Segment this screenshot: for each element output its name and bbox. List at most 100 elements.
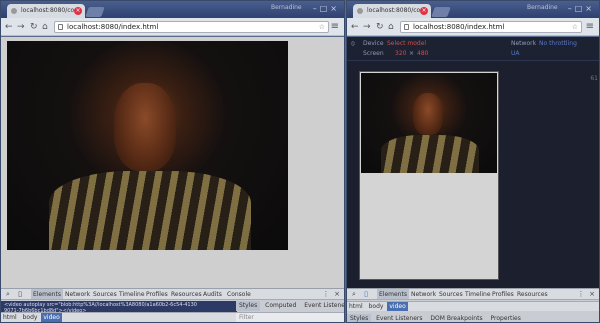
tab-profiles[interactable]: Profiles <box>492 289 514 299</box>
tab-close-icon[interactable]: × <box>420 7 428 15</box>
tab-title: localhost:8080/con <box>21 7 79 14</box>
devtools-tabbar: ⌕ ▯ Elements Network Sources Timeline Pr… <box>347 289 599 300</box>
tab-styles[interactable]: Styles <box>347 314 372 322</box>
tab-audits[interactable]: Audits <box>203 289 222 299</box>
dimension-separator: × <box>409 50 415 57</box>
device-mode-icon[interactable]: ▯ <box>362 290 370 298</box>
emulation-toolbar: ⦸ Device Select model Screen 320 × 480 N… <box>347 37 599 61</box>
back-icon[interactable]: ← <box>5 21 13 33</box>
screen-height-input[interactable]: 480 <box>417 50 428 57</box>
tab-dom-breakpoints[interactable]: DOM Breakpoints <box>427 314 485 322</box>
home-icon[interactable]: ⌂ <box>42 21 48 33</box>
right-browser-window: localhost:8080/con × Bernadine –□× ← → ↻… <box>346 0 600 323</box>
address-bar[interactable]: localhost:8080/index.html ☆ <box>54 21 329 33</box>
tab-console[interactable]: Console <box>227 289 251 299</box>
url-text: localhost:8080/index.html <box>67 23 159 31</box>
tab-event-listeners[interactable]: Event Listeners <box>301 301 344 311</box>
breadcrumb: html body video <box>347 301 599 311</box>
screen-label: Screen <box>363 50 384 57</box>
video-shirt <box>381 135 480 173</box>
breadcrumb: html body video <box>1 312 237 322</box>
home-icon[interactable]: ⌂ <box>388 21 394 33</box>
reload-icon[interactable]: ↻ <box>30 21 38 33</box>
video-shirt <box>49 170 252 250</box>
title-bar: localhost:8080/con × Bernadine –□× <box>347 1 599 18</box>
page-icon <box>404 24 409 30</box>
favicon-icon <box>11 8 17 14</box>
new-tab-button[interactable] <box>85 7 105 17</box>
sidebar-tabbar: Styles Event Listeners DOM Breakpoints P… <box>347 314 524 322</box>
tab-event-listeners[interactable]: Event Listeners <box>373 314 425 322</box>
menu-icon[interactable]: ≡ <box>331 21 339 33</box>
tab-network[interactable]: Network <box>411 289 436 299</box>
crumb-video[interactable]: video <box>41 313 62 322</box>
tab-computed[interactable]: Computed <box>262 301 299 311</box>
tab-resources[interactable]: Resources <box>517 289 548 299</box>
profile-name[interactable]: Bernadine <box>527 4 558 11</box>
crumb-html[interactable]: html <box>347 302 365 311</box>
tab-network[interactable]: Network <box>65 289 90 299</box>
window-controls[interactable]: –□× <box>568 4 595 13</box>
filter-input[interactable]: Filter <box>236 312 344 322</box>
more-icon[interactable]: ⋮ <box>577 290 585 298</box>
screen-width-input[interactable]: 320 <box>395 50 406 57</box>
device-select[interactable]: Select model <box>387 40 426 47</box>
window-controls[interactable]: –□× <box>313 4 340 13</box>
favicon-icon <box>357 8 363 14</box>
close-devtools-icon[interactable]: × <box>333 290 341 298</box>
crumb-html[interactable]: html <box>1 313 19 322</box>
device-mode-icon[interactable]: ▯ <box>16 290 24 298</box>
address-bar[interactable]: localhost:8080/index.html ☆ <box>400 21 582 33</box>
menu-icon[interactable]: ≡ <box>586 21 594 33</box>
tab-properties[interactable]: Properties <box>488 314 524 322</box>
reload-icon[interactable]: ↻ <box>376 21 384 33</box>
page-content <box>1 37 344 288</box>
close-devtools-icon[interactable]: × <box>588 290 596 298</box>
tab-title: localhost:8080/con <box>367 7 425 14</box>
crumb-video[interactable]: video <box>387 302 408 311</box>
tab-resources[interactable]: Resources <box>171 289 202 299</box>
back-icon[interactable]: ← <box>351 21 359 33</box>
nav-bar: ← → ↻ ⌂ localhost:8080/index.html ☆ ≡ <box>347 18 599 36</box>
crumb-body[interactable]: body <box>21 313 40 322</box>
inspect-icon[interactable]: ⌕ <box>350 290 358 298</box>
devtools-panel: ⌕ ▯ Elements Network Sources Timeline Pr… <box>347 288 599 322</box>
nav-bar: ← → ↻ ⌂ localhost:8080/index.html ☆ ≡ <box>1 18 344 36</box>
more-icon[interactable]: ⋮ <box>322 290 330 298</box>
forward-icon[interactable]: → <box>363 21 371 33</box>
tab-profiles[interactable]: Profiles <box>146 289 168 299</box>
tab-sources[interactable]: Sources <box>93 289 117 299</box>
new-tab-button[interactable] <box>431 7 451 17</box>
tab-timeline[interactable]: Timeline <box>119 289 145 299</box>
network-label: Network <box>511 40 537 47</box>
ua-field[interactable]: UA <box>511 50 520 57</box>
left-browser-window: localhost:8080/con × Bernadine –□× ← → ↻… <box>0 0 345 323</box>
tab-styles[interactable]: Styles <box>236 301 261 311</box>
profile-name[interactable]: Bernadine <box>271 4 302 11</box>
inspect-icon[interactable]: ⌕ <box>4 290 12 298</box>
video-face <box>113 82 176 171</box>
browser-tab[interactable]: localhost:8080/con × <box>7 4 85 18</box>
title-bar: localhost:8080/con × Bernadine –□× <box>1 1 344 18</box>
browser-tab[interactable]: localhost:8080/con × <box>353 4 431 18</box>
emulated-screen <box>359 71 499 280</box>
tab-timeline[interactable]: Timeline <box>465 289 491 299</box>
page-icon <box>58 24 63 30</box>
ruler-readout: 61 <box>590 75 598 82</box>
crumb-body[interactable]: body <box>367 302 386 311</box>
video-face <box>412 93 443 135</box>
webcam-video[interactable] <box>7 41 288 250</box>
webcam-video[interactable] <box>361 73 497 173</box>
device-emulation-pane: ⦸ Device Select model Screen 320 × 480 N… <box>347 37 599 288</box>
tab-elements[interactable]: Elements <box>377 289 409 299</box>
bookmark-star-icon[interactable]: ☆ <box>319 22 325 32</box>
emulation-close-icon[interactable]: ⦸ <box>351 40 355 48</box>
tab-sources[interactable]: Sources <box>439 289 463 299</box>
bookmark-star-icon[interactable]: ☆ <box>572 22 578 32</box>
devtools-tabbar: ⌕ ▯ Elements Network Sources Timeline Pr… <box>1 289 344 300</box>
devtools-panel: ⌕ ▯ Elements Network Sources Timeline Pr… <box>1 288 344 322</box>
tab-close-icon[interactable]: × <box>74 7 82 15</box>
network-select[interactable]: No throttling <box>539 40 577 47</box>
forward-icon[interactable]: → <box>17 21 25 33</box>
tab-elements[interactable]: Elements <box>31 289 63 299</box>
